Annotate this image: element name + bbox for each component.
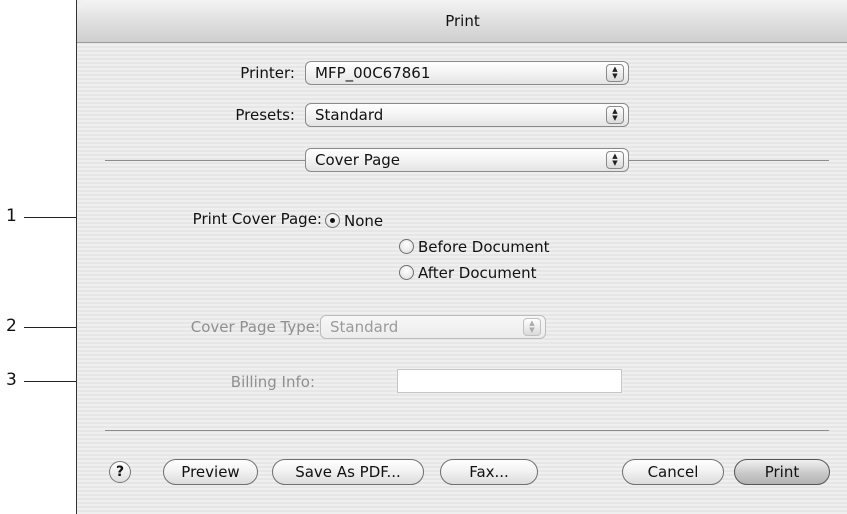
presets-value: Standard — [315, 106, 384, 124]
callout-number-1: 1 — [6, 206, 17, 226]
panel-popup[interactable]: Cover Page ▲ ▼ — [305, 148, 629, 172]
presets-label: Presets: — [235, 106, 295, 124]
title-bar[interactable]: Print — [77, 0, 847, 43]
cover-page-type-value: Standard — [330, 318, 399, 336]
bottom-separator — [105, 430, 829, 431]
cover-page-type-popup[interactable]: Standard ▲ ▼ — [320, 315, 546, 339]
separator-right — [629, 160, 829, 161]
radio-none-label: None — [344, 212, 384, 230]
fax-button[interactable]: Fax... — [440, 459, 538, 485]
radio-before-label: Before Document — [418, 238, 550, 256]
billing-info-label: Billing Info: — [230, 373, 315, 391]
print-cover-page-label: Print Cover Page: — [192, 210, 322, 228]
preview-button[interactable]: Preview — [163, 459, 258, 485]
updown-arrows-icon: ▲ ▼ — [606, 64, 624, 82]
presets-popup[interactable]: Standard ▲ ▼ — [305, 103, 629, 127]
radio-selected-icon — [325, 213, 340, 228]
window-title: Print — [445, 12, 480, 30]
print-dialog: Print Printer: MFP_00C67861 ▲ ▼ Presets: … — [76, 0, 847, 514]
radio-none[interactable]: None — [325, 211, 383, 231]
callout-number-2: 2 — [6, 316, 17, 336]
radio-icon — [399, 265, 414, 280]
cancel-button[interactable]: Cancel — [622, 459, 724, 485]
updown-arrows-icon: ▲ ▼ — [606, 151, 624, 169]
radio-after-document[interactable]: After Document — [399, 263, 537, 283]
separator-left — [105, 160, 305, 161]
print-button[interactable]: Print — [734, 459, 830, 485]
callout-number-3: 3 — [6, 370, 17, 390]
updown-arrows-icon: ▲ ▼ — [606, 106, 624, 124]
updown-arrows-icon: ▲ ▼ — [523, 318, 541, 336]
save-as-pdf-button[interactable]: Save As PDF... — [272, 459, 424, 485]
radio-after-label: After Document — [418, 264, 537, 282]
panel-value: Cover Page — [315, 151, 401, 169]
printer-popup[interactable]: MFP_00C67861 ▲ ▼ — [305, 61, 629, 85]
radio-icon — [399, 239, 414, 254]
printer-value: MFP_00C67861 — [315, 64, 431, 82]
printer-label: Printer: — [240, 64, 295, 82]
cover-page-type-label: Cover Page Type: — [190, 318, 320, 336]
radio-before-document[interactable]: Before Document — [399, 237, 550, 257]
help-button[interactable]: ? — [109, 461, 131, 483]
billing-info-field[interactable] — [397, 369, 622, 393]
